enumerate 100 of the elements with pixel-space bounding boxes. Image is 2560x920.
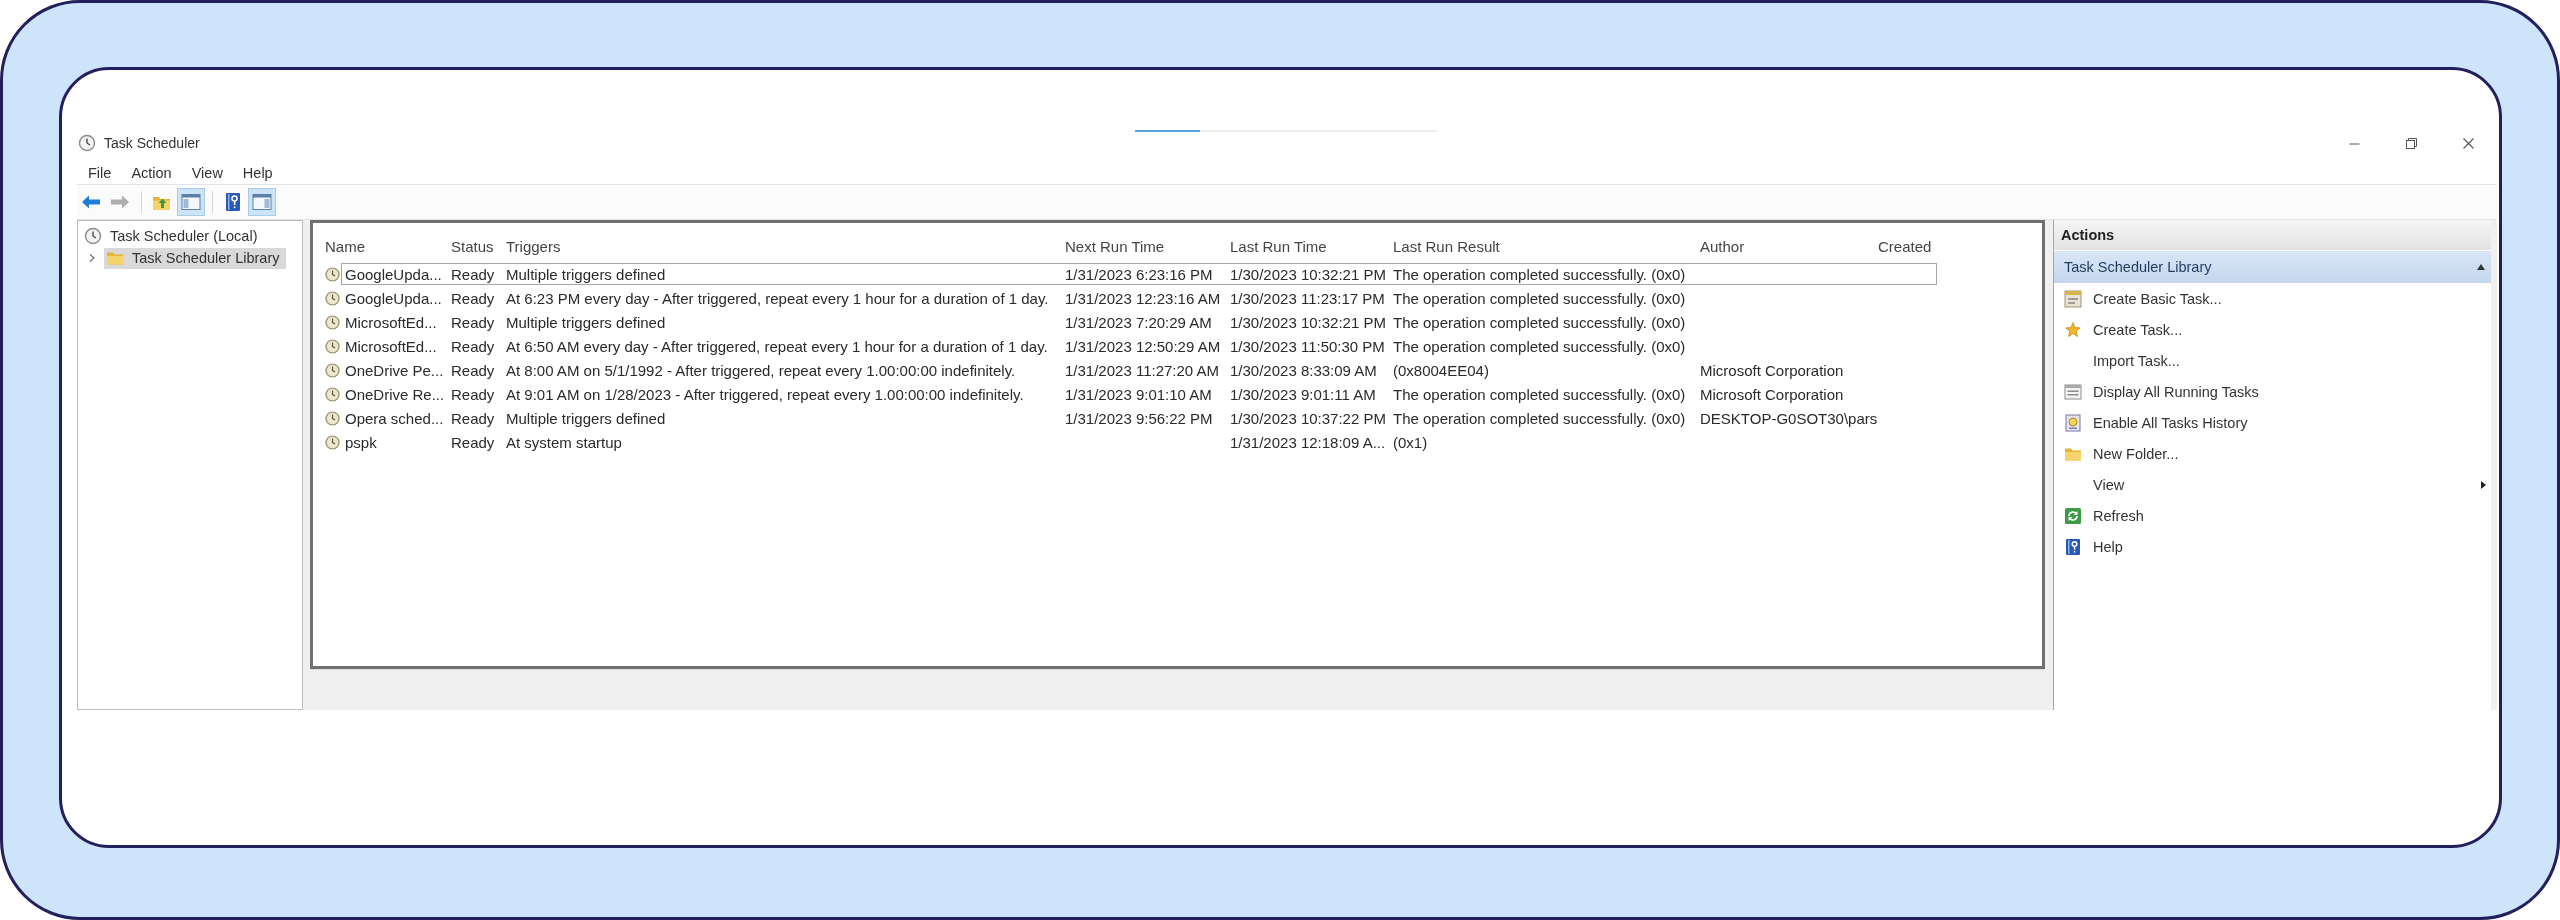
- clock-icon: [325, 338, 340, 354]
- clock-icon: [78, 134, 96, 152]
- menu-item[interactable]: Action: [121, 165, 182, 181]
- close-icon: [2463, 137, 2474, 149]
- table-cell: Microsoft Corporation: [1700, 385, 1844, 403]
- command-link[interactable]: Create Task...: [2054, 314, 2491, 345]
- table-row[interactable]: Opera sched... Ready Multiple triggers defined 1/31/2023 9:56:22 PM 1/30/2023 10:37:22 PM The operation completed successfully. (0x0) DESKTOP-G0SOT30\pars: [313, 406, 2042, 430]
- table-cell: 1/31/2023 9:56:22 PM: [1065, 409, 1213, 427]
- command-link[interactable]: Help: [2054, 531, 2491, 562]
- task-name: OneDrive Re...: [345, 385, 445, 403]
- table-cell: (0x1): [1393, 433, 1428, 451]
- table-cell: 1/31/2023 12:50:29 AM: [1065, 337, 1221, 355]
- arrow-left-icon: [81, 194, 101, 210]
- task-name: GoogleUpda...: [345, 265, 442, 283]
- table-cell: 1/31/2023 6:23:16 PM: [1065, 265, 1213, 283]
- arrow-right-icon: [110, 194, 130, 210]
- command-link[interactable]: Import Task...: [2054, 345, 2491, 376]
- clock-icon: [325, 290, 340, 306]
- panel-icon: [181, 193, 201, 211]
- table-cell: At 9:01 AM on 1/28/2023 - After triggered, repeat every 1.00:00:00 indefinitely.: [506, 385, 1024, 403]
- menu-item[interactable]: View: [181, 165, 233, 181]
- command-link[interactable]: Display All Running Tasks: [2054, 376, 2491, 407]
- clock-icon: [325, 266, 340, 282]
- refresh-icon: [2064, 506, 2082, 525]
- restore-icon: [2406, 137, 2417, 149]
- table-cell: The operation completed successfully. (0x0): [1393, 313, 1686, 331]
- table-cell: (0x8004EE04): [1393, 361, 1489, 379]
- section-header[interactable]: Task Scheduler Library: [2054, 251, 2491, 283]
- table-cell: 1/30/2023 10:37:22 PM: [1230, 409, 1386, 427]
- clock-icon: [84, 227, 102, 245]
- table-row[interactable]: MicrosoftEd... Ready Multiple triggers defined 1/31/2023 7:20:29 AM 1/30/2023 10:32:21 PM The operation completed successfully. (0x0): [313, 310, 2042, 334]
- table-cell: The operation completed successfully. (0x0): [1393, 337, 1686, 355]
- table-cell: The operation completed successfully. (0x0): [1393, 409, 1686, 427]
- table-cell: 1/30/2023 11:50:30 PM: [1230, 337, 1385, 355]
- task-name: OneDrive Pe...: [345, 361, 444, 379]
- table-cell: Ready: [451, 289, 495, 307]
- table-cell: The operation completed successfully. (0x0): [1393, 385, 1686, 403]
- table-row[interactable]: pspk Ready At system startup 1/31/2023 12:18:09 A... (0x1): [313, 430, 2042, 454]
- command-link[interactable]: View: [2054, 469, 2491, 500]
- task-name: MicrosoftEd...: [345, 313, 437, 331]
- column-header[interactable]: Name: [325, 237, 365, 255]
- table-cell: 1/30/2023 11:23:17 PM: [1230, 289, 1385, 307]
- window-title: Task Scheduler: [104, 135, 200, 151]
- column-header[interactable]: Status: [451, 237, 494, 255]
- table-cell: Multiple triggers defined: [506, 265, 666, 283]
- task-name: GoogleUpda...: [345, 289, 442, 307]
- table-cell: Ready: [451, 313, 495, 331]
- table-cell: At 6:50 AM every day - After triggered, repeat every 1 hour for a duration of 1 day.: [506, 337, 1048, 355]
- command-link[interactable]: Refresh: [2054, 500, 2491, 531]
- toolbar-button[interactable]: [248, 188, 276, 216]
- task-name: MicrosoftEd...: [345, 337, 437, 355]
- table-cell: Multiple triggers defined: [506, 313, 666, 331]
- column-header[interactable]: Triggers: [506, 237, 561, 255]
- command-link[interactable]: New Folder...: [2054, 438, 2491, 469]
- table-cell: Ready: [451, 361, 495, 379]
- table-cell: Microsoft Corporation: [1700, 361, 1844, 379]
- table-cell: The operation completed successfully. (0x0): [1393, 289, 1686, 307]
- pane-header: Actions: [2054, 220, 2491, 250]
- table-cell: 1/31/2023 11:27:20 AM: [1065, 361, 1219, 379]
- clock-icon: [325, 410, 340, 426]
- document-icon: [2064, 413, 2082, 432]
- command-link[interactable]: Enable All Tasks History: [2054, 407, 2491, 438]
- column-header[interactable]: Last Run Time: [1230, 237, 1327, 255]
- star-icon: [2064, 320, 2082, 339]
- triangle-up-icon[interactable]: [2477, 264, 2485, 270]
- tree-item[interactable]: Task Scheduler Library: [104, 247, 286, 269]
- window-icon: [2064, 289, 2082, 308]
- toolbar-button[interactable]: [177, 188, 205, 216]
- table-row[interactable]: MicrosoftEd... Ready At 6:50 AM every day - After triggered, repeat every 1 hour for a duration of 1 day. 1/31/2023 12:50:29 AM 1/30/2023 11:50:30 PM The operation completed successfully. (0x0): [313, 334, 2042, 358]
- clock-icon: [325, 386, 340, 402]
- table-cell: 1/31/2023 12:23:16 AM: [1065, 289, 1221, 307]
- help-icon: [225, 192, 241, 212]
- column-header[interactable]: Created: [1878, 237, 1932, 255]
- column-header[interactable]: Last Run Result: [1393, 237, 1500, 255]
- table-cell: 1/31/2023 9:01:10 AM: [1065, 385, 1212, 403]
- table-cell: Ready: [451, 433, 495, 451]
- tree-item[interactable]: Task Scheduler (Local): [82, 225, 264, 247]
- table-row[interactable]: OneDrive Pe... Ready At 8:00 AM on 5/1/1992 - After triggered, repeat every 1.00:00:00 indefinitely. 1/31/2023 11:27:20 AM 1/30/2023 8:33:09 AM (0x8004EE04) Microsoft Corporation: [313, 358, 2042, 382]
- table-cell: Multiple triggers defined: [506, 409, 666, 427]
- table-cell: At system startup: [506, 433, 622, 451]
- table-cell: Ready: [451, 409, 495, 427]
- table-cell: The operation completed successfully. (0x0): [1393, 265, 1686, 283]
- command-link[interactable]: Create Basic Task...: [2054, 283, 2491, 314]
- table-row[interactable]: GoogleUpda... Ready Multiple triggers defined 1/31/2023 6:23:16 PM 1/30/2023 10:32:21 PM The operation completed successfully. (0x0): [313, 262, 2042, 286]
- table-cell: DESKTOP-G0SOT30\pars: [1700, 409, 1878, 427]
- table-cell: 1/30/2023 10:32:21 PM: [1230, 313, 1386, 331]
- menu-item[interactable]: File: [78, 165, 122, 181]
- table-cell: 1/30/2023 8:33:09 AM: [1230, 361, 1377, 379]
- table-cell: At 6:23 PM every day - After triggered, repeat every 1 hour for a duration of 1 day.: [506, 289, 1049, 307]
- chevron-right-icon[interactable]: [87, 253, 97, 263]
- table-row[interactable]: GoogleUpda... Ready At 6:23 PM every day - After triggered, repeat every 1 hour for a duration of 1 day. 1/31/2023 12:23:16 AM 1/30/2023 11:23:17 PM The operation completed successfully. (0x0): [313, 286, 2042, 310]
- column-header[interactable]: Author: [1700, 237, 1745, 255]
- table-cell: 1/30/2023 10:32:21 PM: [1230, 265, 1386, 283]
- clock-icon: [325, 314, 340, 330]
- table-cell: At 8:00 AM on 5/1/1992 - After triggered, repeat every 1.00:00:00 indefinitely.: [506, 361, 1016, 379]
- table-cell: Ready: [451, 265, 495, 283]
- menu-item[interactable]: Help: [232, 165, 283, 181]
- clock-icon: [325, 362, 340, 378]
- panel-icon: [252, 193, 272, 211]
- column-header[interactable]: Next Run Time: [1065, 237, 1165, 255]
